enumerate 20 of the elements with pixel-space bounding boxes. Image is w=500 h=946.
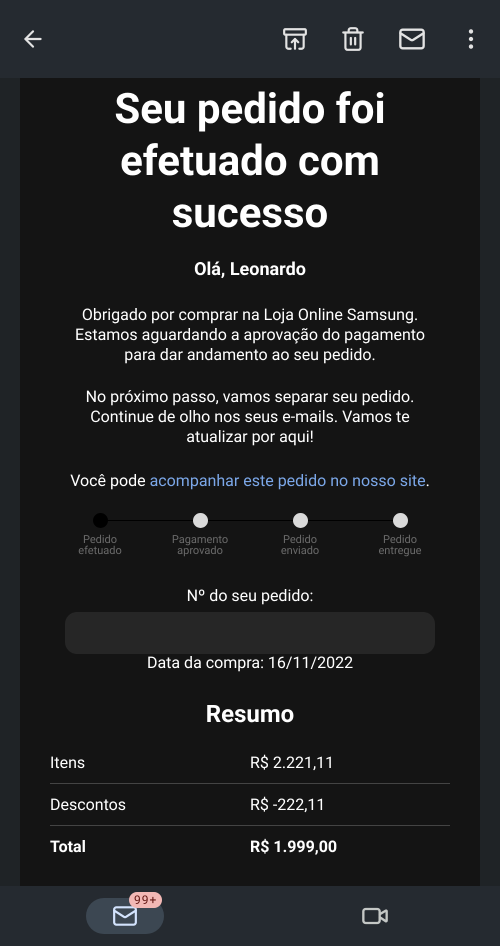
greeting: Olá, Leonardo (194, 258, 306, 282)
summary-label: Total (50, 836, 87, 858)
summary-value: R$ 2.221,11 (250, 752, 334, 774)
summary-title: Resumo (206, 699, 294, 730)
summary-value: R$ -222,11 (250, 794, 326, 816)
tracking-paragraph: Você pode acompanhar este pedido no nosso site. (69, 471, 431, 491)
order-number-label: Nº do seu pedido: (186, 585, 314, 607)
step-label: Pagamento aprovado (170, 534, 230, 556)
step-label: Pedido enviado (280, 534, 320, 556)
summary-label: Descontos (50, 794, 128, 816)
tracking-link[interactable]: acompanhar este pedido no nosso site (150, 471, 426, 490)
unread-badge: 99+ (129, 892, 162, 908)
email-title: Seu pedido foi efetuado com sucesso (113, 84, 387, 240)
message-paragraph: No próximo passo, vamos separar seu pedido. Continue de olho nos seus e-mails. Vamos te atualizar por aqui! (84, 387, 416, 447)
message-paragraph: Obrigado por comprar na Loja Online Samsung. Estamos aguardando a aprovação do pagamento para dar andamento ao seu pedido. (74, 305, 426, 365)
step-label: Pedido entregue (377, 534, 423, 556)
summary-label: Itens (50, 752, 86, 774)
purchase-date: Data da compra: 16/11/2022 (146, 654, 354, 672)
step-label: Pedido efetuado (77, 534, 123, 556)
summary-value: R$ 1.999,00 (250, 836, 338, 858)
